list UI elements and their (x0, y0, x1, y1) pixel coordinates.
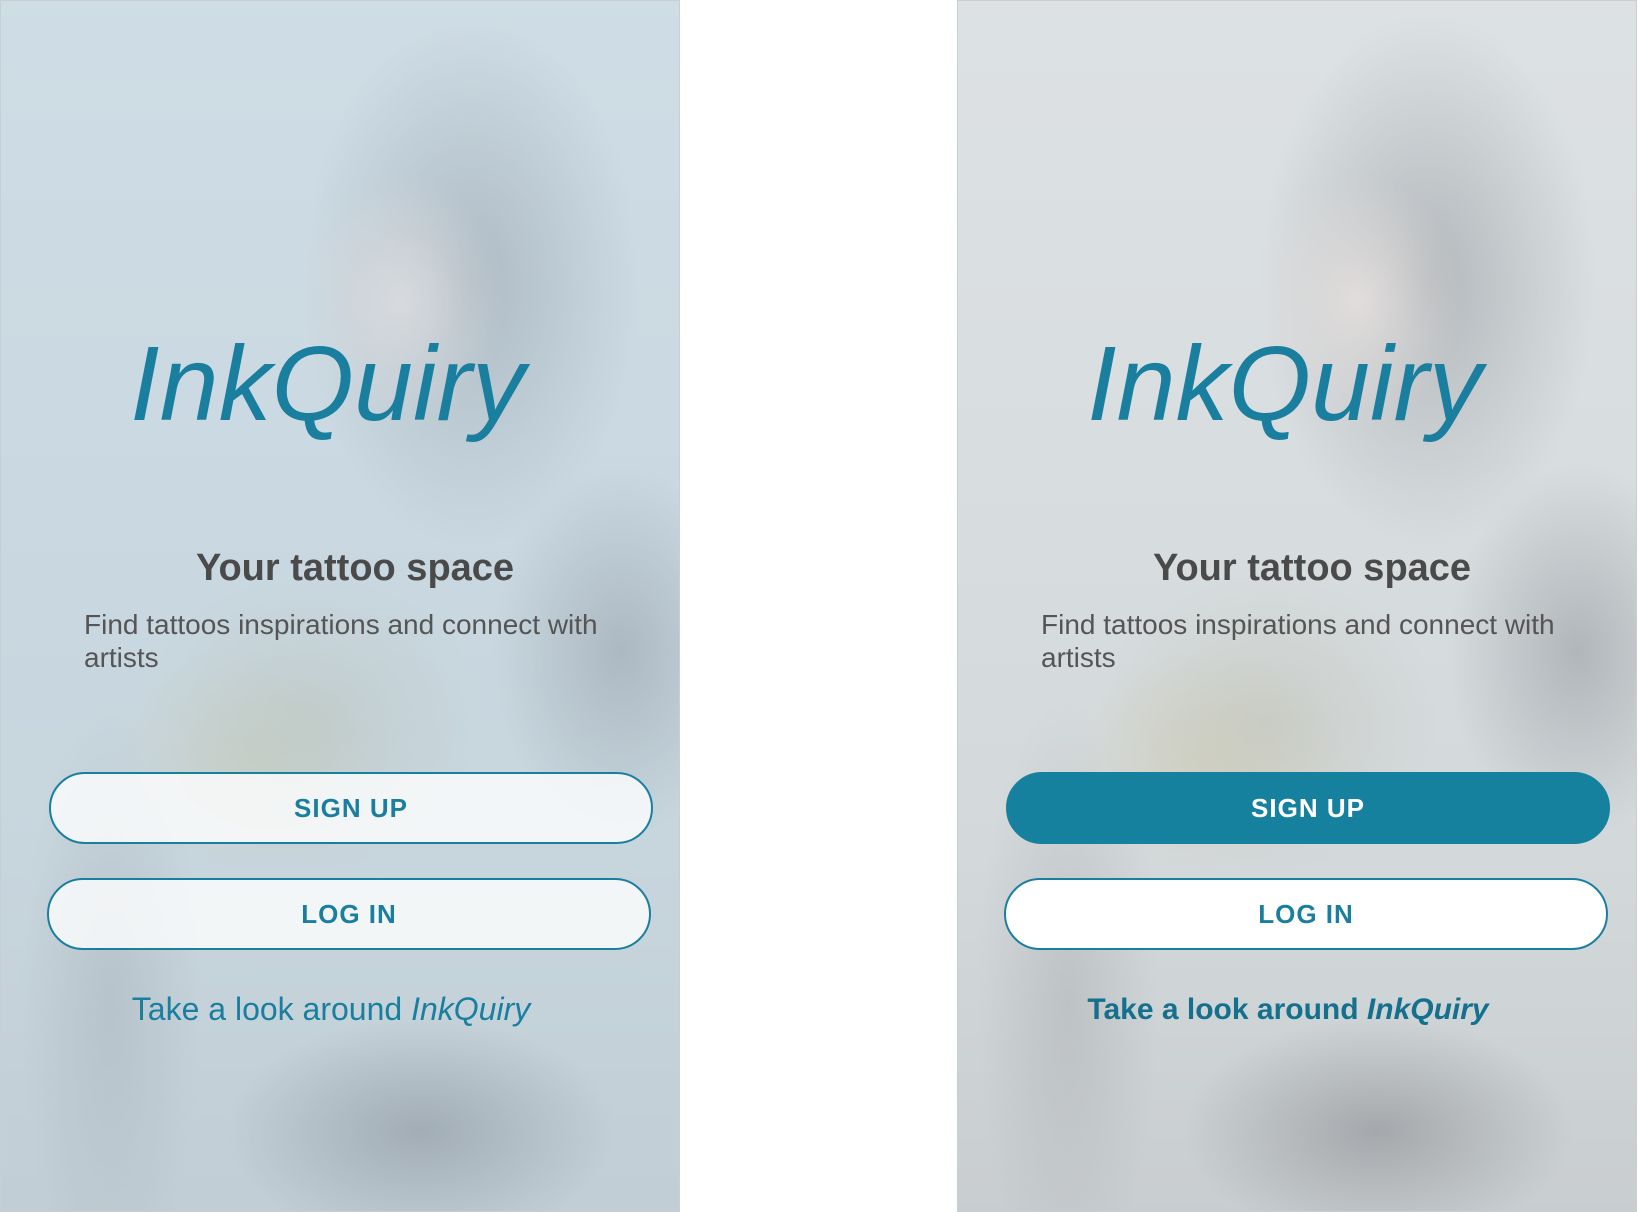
welcome-content: InkQuiry Your tattoo space Find tattoos … (1, 1, 679, 1211)
log-in-button[interactable]: LOG IN (1004, 878, 1608, 950)
log-in-button[interactable]: LOG IN (47, 878, 651, 950)
sign-up-button[interactable]: SIGN UP (1006, 772, 1610, 844)
subtitle: Find tattoos inspirations and connect wi… (84, 609, 598, 673)
log-in-label: LOG IN (301, 898, 397, 929)
explore-link-brand: InkQuiry (1366, 993, 1489, 1026)
explore-link[interactable]: Take a look around InkQuiry (958, 993, 1636, 1027)
phone-screen-default: InkQuiry Your tattoo space Find tattoos … (0, 0, 680, 1212)
app-logo: InkQuiry (130, 325, 525, 443)
explore-link-text: Take a look around (131, 991, 412, 1027)
explore-link-brand: InkQuiry (411, 991, 531, 1027)
phone-screen-active: InkQuiry Your tattoo space Find tattoos … (957, 0, 1637, 1212)
app-logo: InkQuiry (1087, 325, 1482, 443)
tagline: Your tattoo space (195, 547, 515, 589)
sign-up-label: SIGN UP (1251, 792, 1365, 823)
comparison-stage: InkQuiry Your tattoo space Find tattoos … (0, 0, 1638, 1212)
sign-up-button[interactable]: SIGN UP (49, 772, 653, 844)
explore-link[interactable]: Take a look around InkQuiry (1, 991, 679, 1028)
log-in-label: LOG IN (1258, 898, 1354, 929)
explore-link-text: Take a look around (1087, 993, 1367, 1026)
tagline: Your tattoo space (1152, 547, 1472, 589)
welcome-content: InkQuiry Your tattoo space Find tattoos … (958, 1, 1636, 1211)
subtitle: Find tattoos inspirations and connect wi… (1041, 609, 1555, 673)
sign-up-label: SIGN UP (294, 792, 408, 823)
